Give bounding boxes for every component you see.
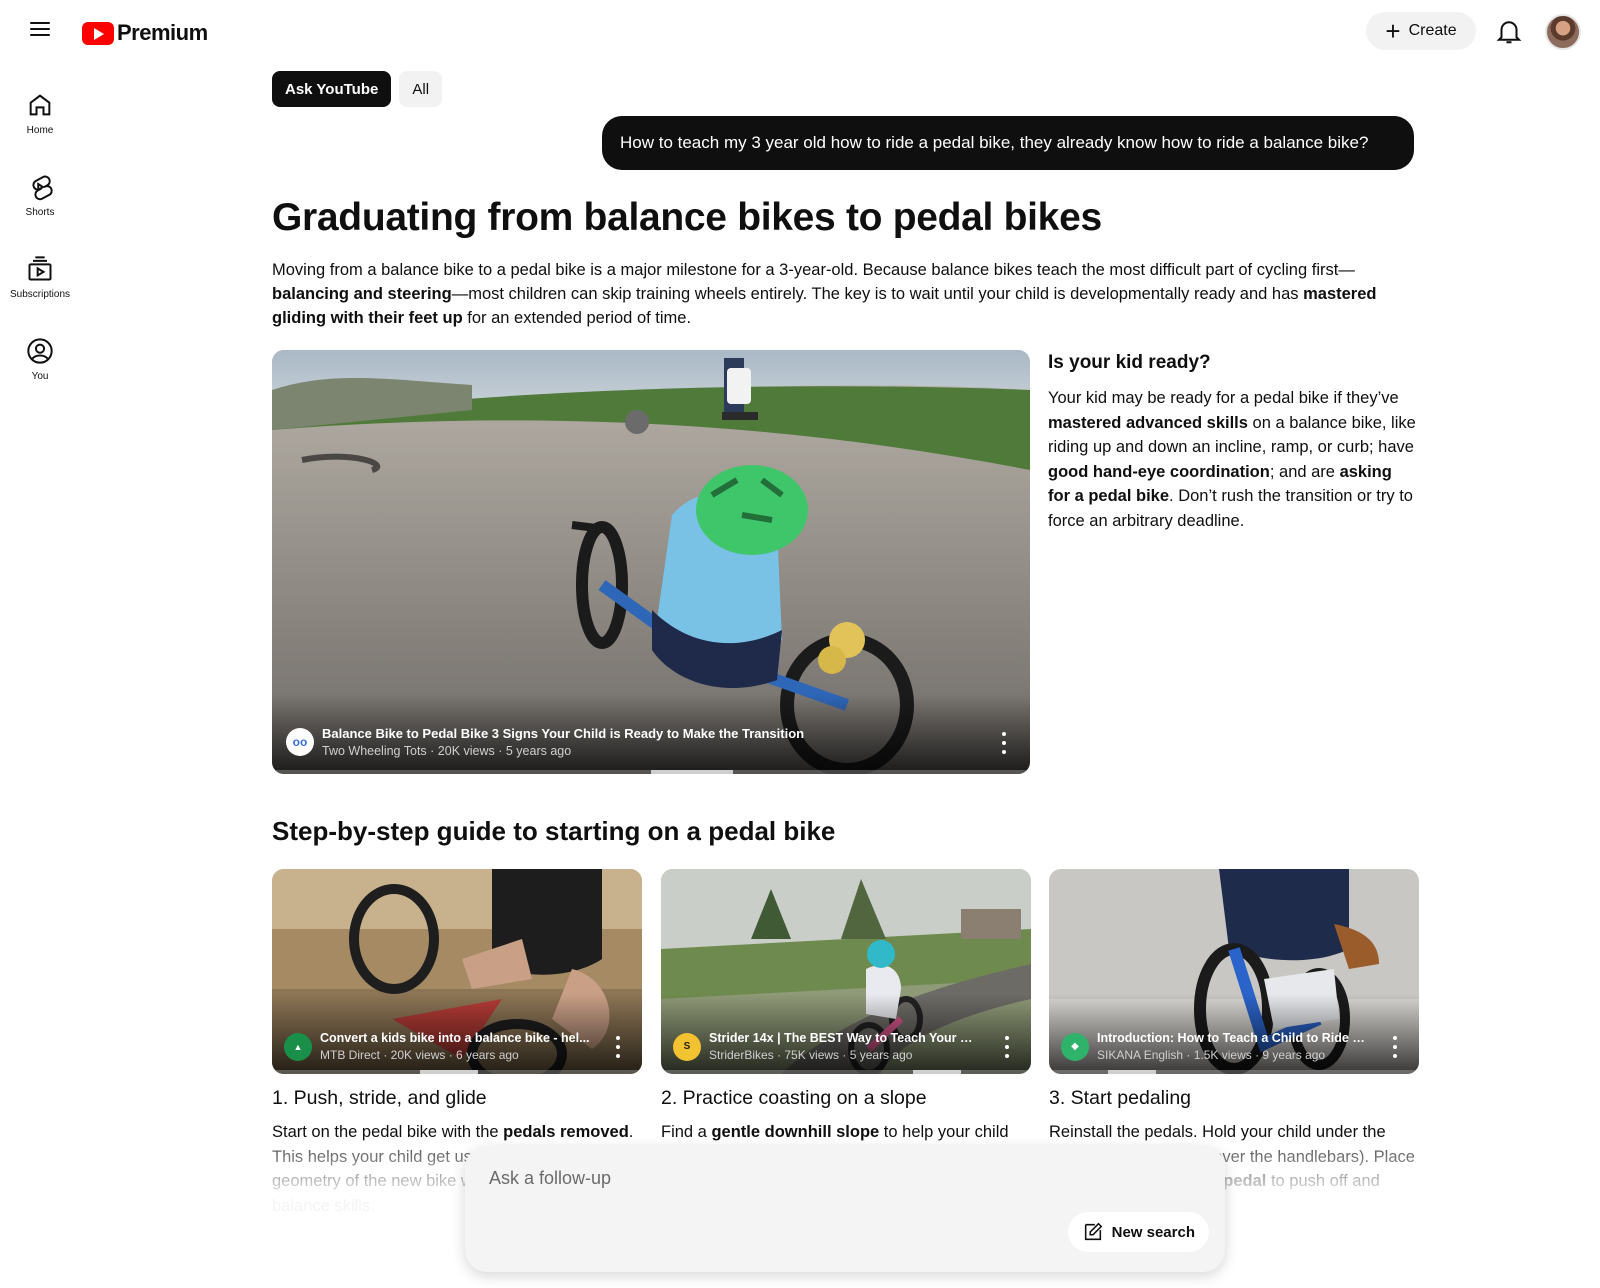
readiness-bold: mastered advanced skills: [1048, 413, 1248, 432]
step-video-3[interactable]: ◆ Introduction: How to Teach a Child to …: [1049, 869, 1419, 1074]
progress-segment: [420, 1070, 478, 1074]
you-icon: [27, 337, 53, 364]
video-title[interactable]: Balance Bike to Pedal Bike 3 Signs Your …: [322, 726, 804, 741]
video-meta: ▲ Convert a kids bike into a balance bik…: [284, 1031, 590, 1062]
channel-avatar[interactable]: ◆: [1061, 1032, 1089, 1061]
top-bar: Premium + Create: [0, 0, 1600, 64]
sidebar-item-home[interactable]: Home: [0, 72, 80, 154]
create-button[interactable]: + Create: [1366, 12, 1476, 50]
step-card-2: S Strider 14x | The BEST Way to Teach Yo…: [661, 869, 1031, 1194]
section-title: Step-by-step guide to starting on a peda…: [272, 816, 836, 846]
readiness-card: Is your kid ready? Your kid may be ready…: [1048, 352, 1418, 533]
chip-all[interactable]: All: [399, 71, 443, 107]
plus-icon: +: [1385, 16, 1401, 46]
video-progress-bar[interactable]: [1049, 1070, 1419, 1074]
readiness-bold: good hand-eye coordination: [1048, 462, 1270, 481]
sidebar-item-label: Shorts: [25, 206, 55, 218]
channel-avatar[interactable]: oo: [286, 728, 314, 756]
step-text-part: Start on the pedal bike with the: [272, 1123, 504, 1141]
step-video-2[interactable]: S Strider 14x | The BEST Way to Teach Yo…: [661, 869, 1031, 1074]
create-label: Create: [1408, 22, 1457, 39]
intro-text: Moving from a balance bike to a pedal bi…: [272, 261, 1355, 279]
video-meta: S Strider 14x | The BEST Way to Teach Yo…: [673, 1031, 979, 1062]
youtube-logo[interactable]: Premium: [82, 20, 208, 46]
video-meta-line: Two Wheeling Tots · 20K views · 5 years …: [322, 744, 572, 758]
video-meta: oo Balance Bike to Pedal Bike 3 Signs Yo…: [286, 726, 804, 758]
video-meta-line: SIKANA English · 1.5K views · 9 years ag…: [1097, 1048, 1326, 1062]
bell-icon[interactable]: [1494, 16, 1524, 46]
more-vert-icon[interactable]: [610, 1036, 626, 1058]
sidebar-item-shorts[interactable]: Shorts: [0, 154, 80, 236]
intro-text: for an extended period of time.: [462, 309, 692, 327]
step-text-part: Find a: [661, 1123, 712, 1141]
new-search-button[interactable]: New search: [1067, 1212, 1209, 1252]
edit-icon: [1084, 1222, 1102, 1241]
readiness-title: Is your kid ready?: [1048, 352, 1211, 373]
new-search-label: New search: [1111, 1223, 1195, 1241]
progress-segment: [651, 770, 733, 774]
video-title[interactable]: Introduction: How to Teach a Child to Ri…: [1097, 1031, 1367, 1045]
step-heading: 2. Practice coasting on a slope: [661, 1087, 927, 1109]
subscriptions-icon: [28, 255, 52, 280]
video-meta-line: MTB Direct · 20K views · 6 years ago: [320, 1048, 519, 1062]
intro-bold: balancing and steering: [272, 285, 452, 303]
answer-intro: Moving from a balance bike to a pedal bi…: [272, 258, 1422, 330]
readiness-text-part: ; and are: [1269, 462, 1340, 481]
home-icon: [29, 93, 51, 115]
more-vert-icon[interactable]: [999, 1036, 1015, 1058]
sidebar: Home Shorts Subscriptions You: [0, 72, 80, 400]
sidebar-item-label: Subscriptions: [9, 288, 71, 300]
step-heading: 3. Start pedaling: [1049, 1087, 1192, 1109]
avatar[interactable]: [1545, 14, 1581, 50]
sidebar-item-label: Home: [26, 124, 54, 136]
sidebar-item-you[interactable]: You: [0, 318, 80, 400]
video-meta: ◆ Introduction: How to Teach a Child to …: [1061, 1031, 1367, 1062]
youtube-logo-icon: [82, 21, 114, 45]
readiness-text: Your kid may be ready for a pedal bike i…: [1048, 386, 1418, 533]
video-title[interactable]: Strider 14x | The BEST Way to Teach Your…: [709, 1031, 979, 1045]
video-progress-bar[interactable]: [272, 770, 1030, 774]
menu-icon[interactable]: [24, 18, 56, 46]
answer-headline: Graduating from balance bikes to pedal b…: [272, 196, 1102, 239]
video-meta-line: StriderBikes · 75K views · 5 years ago: [709, 1048, 913, 1062]
sidebar-item-label: You: [31, 370, 49, 382]
video-title[interactable]: Convert a kids bike into a balance bike …: [320, 1031, 590, 1045]
video-progress-bar[interactable]: [272, 1070, 642, 1074]
filter-chips: Ask YouTube All: [272, 71, 443, 107]
video-progress-bar[interactable]: [661, 1070, 1031, 1074]
progress-segment: [912, 1070, 961, 1074]
chip-ask-youtube[interactable]: Ask YouTube: [272, 71, 392, 107]
readiness-text-part: Your kid may be ready for a pedal bike i…: [1048, 389, 1399, 407]
channel-avatar[interactable]: ▲: [284, 1032, 312, 1061]
user-query-bubble: How to teach my 3 year old how to ride a…: [602, 116, 1414, 170]
progress-segment: [1108, 1070, 1157, 1074]
main-video-card[interactable]: oo Balance Bike to Pedal Bike 3 Signs Yo…: [272, 350, 1030, 774]
intro-text: —most children can skip training wheels …: [451, 285, 1304, 303]
channel-avatar[interactable]: S: [673, 1032, 701, 1061]
more-vert-icon[interactable]: [1387, 1036, 1403, 1058]
followup-input[interactable]: [489, 1164, 1169, 1192]
followup-composer: New search: [465, 1146, 1225, 1272]
step-video-1[interactable]: ▲ Convert a kids bike into a balance bik…: [272, 869, 642, 1074]
more-vert-icon[interactable]: [996, 732, 1012, 754]
step-bold: pedals removed: [503, 1123, 629, 1141]
step-bold: gentle downhill slope: [711, 1123, 880, 1141]
shorts-icon: [32, 175, 53, 200]
brand-label: Premium: [117, 20, 208, 45]
step-heading: 1. Push, stride, and glide: [272, 1087, 487, 1109]
sidebar-item-subscriptions[interactable]: Subscriptions: [0, 236, 80, 318]
